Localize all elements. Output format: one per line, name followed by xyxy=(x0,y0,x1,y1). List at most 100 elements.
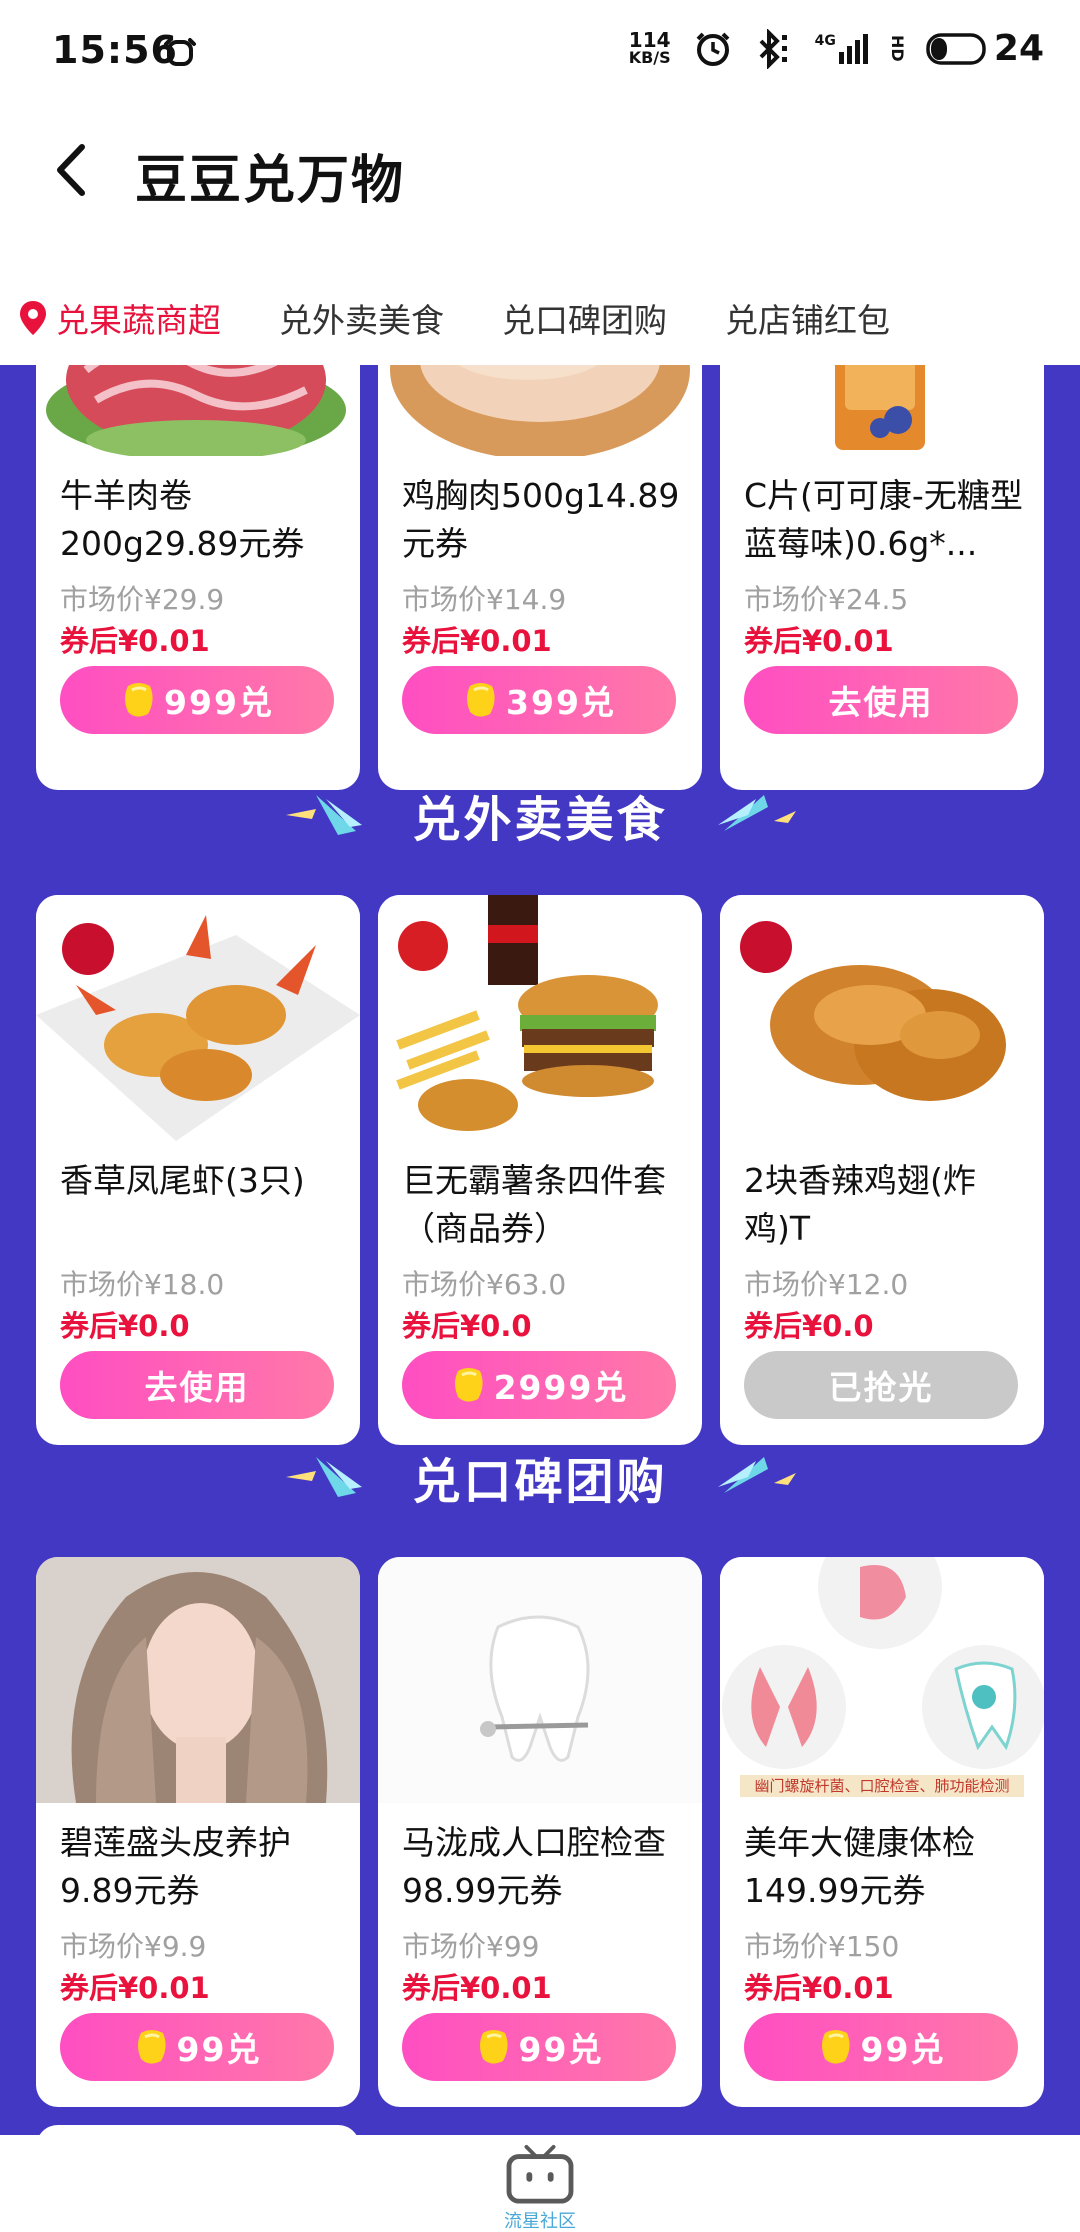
price-after-coupon: 券后¥0.01 xyxy=(402,624,552,658)
price-after-coupon: 券后¥0.01 xyxy=(402,1971,552,2005)
tab-label: 兑外卖美食 xyxy=(279,300,444,340)
market-price: 市场价¥150 xyxy=(744,1930,900,1963)
product-image-meat-rolls xyxy=(36,365,360,456)
price-after-coupon: 券后¥0.01 xyxy=(744,624,894,658)
market-price: 市场价¥99 xyxy=(402,1930,540,1963)
sparkle-left-icon xyxy=(286,1457,363,1497)
page-title: 豆豆兑万物 xyxy=(135,151,406,211)
status-bar: 15:56 114 KB/S 4G HD 24 xyxy=(0,0,1080,110)
tab-produce[interactable]: 兑果蔬商超 xyxy=(18,294,221,342)
price-after-coupon: 券后¥0.01 xyxy=(60,624,210,658)
app-header: 豆豆兑万物 xyxy=(0,110,1080,230)
product-name: 鸡胸肉500g14.89元券 xyxy=(402,476,680,563)
product-name: 巨无霸薯条四件套（商品券） xyxy=(402,1161,666,1248)
bean-coin-icon xyxy=(125,683,153,717)
back-button[interactable] xyxy=(40,138,104,202)
product-row-food: 香草凤尾虾(3只) 市场价¥18.0 券后¥0.0 去使用 巨无霸薯条四件套（商… xyxy=(36,895,1044,1445)
location-pin-icon xyxy=(20,300,46,335)
price-after-coupon: 券后¥0.0 xyxy=(60,1309,190,1343)
price-after-coupon: 券后¥0.01 xyxy=(60,1971,210,2005)
alarm-icon xyxy=(696,32,730,66)
product-name: 2块香辣鸡翅(炸鸡)T xyxy=(744,1161,976,1248)
product-image-chicken-wings xyxy=(720,895,1044,1141)
tab-store-coupons[interactable]: 兑店铺红包 xyxy=(725,294,890,342)
market-price: 市场价¥12.0 xyxy=(744,1268,909,1301)
market-price: 市场价¥29.9 xyxy=(60,583,225,616)
section-title-groupbuy: 兑口碑团购 xyxy=(0,1437,1080,1517)
product-card[interactable]: 碧莲盛头皮养护9.89元券 市场价¥9.9 券后¥0.01 99兑 xyxy=(36,1557,360,2107)
product-image-health-checkup: 幽门螺旋杆菌、口腔检查、肺功能检测 xyxy=(720,1557,1044,1803)
chevron-left-icon xyxy=(57,144,85,196)
nav-label: 流星社区 xyxy=(504,2211,576,2232)
market-price: 市场价¥18.0 xyxy=(60,1268,225,1301)
bean-coin-icon xyxy=(454,1368,483,1402)
hd-label: HD xyxy=(887,35,907,62)
bottom-nav: 流星社区 xyxy=(0,2135,1080,2232)
bean-coin-icon xyxy=(467,683,495,717)
tab-label: 兑果蔬商超 xyxy=(56,300,221,340)
price-after-coupon: 券后¥0.0 xyxy=(402,1309,532,1343)
redeem-button[interactable]: 999兑 xyxy=(60,666,334,734)
product-name: 马泷成人口腔检查98.99元券 xyxy=(402,1823,666,1910)
sparkle-left-icon xyxy=(286,795,363,835)
tab-label: 兑店铺红包 xyxy=(725,300,890,340)
bean-coin-icon xyxy=(137,2030,166,2064)
product-image-tooth xyxy=(378,1557,702,1803)
market-price: 市场价¥63.0 xyxy=(402,1268,567,1301)
product-image-vitamin-c xyxy=(720,365,1044,456)
status-time: 15:56 xyxy=(52,28,178,72)
market-price: 市场价¥24.5 xyxy=(744,583,909,616)
product-card[interactable]: 鸡胸肉500g14.89元券 市场价¥14.9 券后¥0.01 399兑 xyxy=(378,365,702,790)
redeem-button[interactable]: 99兑 xyxy=(744,2013,1018,2081)
product-card[interactable]: 2块香辣鸡翅(炸鸡)T 市场价¥12.0 券后¥0.0 已抢光 xyxy=(720,895,1044,1445)
product-card[interactable]: 马泷成人口腔检查98.99元券 市场价¥99 券后¥0.01 99兑 xyxy=(378,1557,702,2107)
battery-indicator: 24 xyxy=(926,28,1044,69)
product-card[interactable]: 香草凤尾虾(3只) 市场价¥18.0 券后¥0.0 去使用 xyxy=(36,895,360,1445)
product-row-groupbuy: 碧莲盛头皮养护9.89元券 市场价¥9.9 券后¥0.01 99兑 马泷成人口腔… xyxy=(36,1557,1044,2107)
alarm-clock-icon xyxy=(164,38,196,66)
bluetooth-icon xyxy=(759,28,787,69)
use-button[interactable]: 去使用 xyxy=(744,666,1018,734)
sold-out-button[interactable]: 已抢光 xyxy=(744,1351,1018,1419)
community-nav-button[interactable]: 流星社区 xyxy=(490,2143,590,2232)
product-list[interactable]: 牛羊肉卷200g29.89元券 市场价¥29.9 券后¥0.01 999兑 鸡胸… xyxy=(0,365,1080,2135)
product-row-produce: 牛羊肉卷200g29.89元券 市场价¥29.9 券后¥0.01 999兑 鸡胸… xyxy=(36,365,1044,790)
sparkle-right-icon xyxy=(717,1457,796,1493)
network-speed: 114 KB/S xyxy=(628,27,671,67)
tv-mascot-icon xyxy=(506,2144,574,2204)
product-card[interactable]: C片(可可康-无糖型蓝莓味)0.6g*... 市场价¥24.5 券后¥0.01 … xyxy=(720,365,1044,790)
product-card[interactable]: 巨无霸薯条四件套（商品券） 市场价¥63.0 券后¥0.0 2999兑 xyxy=(378,895,702,1445)
checkup-banner: 幽门螺旋杆菌、口腔检查、肺功能检测 xyxy=(740,1775,1024,1797)
product-card[interactable]: 幽门螺旋杆菌、口腔检查、肺功能检测 美年大健康体检149.99元券 市场价¥15… xyxy=(720,1557,1044,2107)
product-name: 牛羊肉卷200g29.89元券 xyxy=(60,476,305,563)
use-button[interactable]: 去使用 xyxy=(60,1351,334,1419)
product-image-big-mac-set xyxy=(378,895,702,1141)
tab-food-delivery[interactable]: 兑外卖美食 xyxy=(279,294,444,342)
product-image-shrimp xyxy=(36,895,360,1141)
battery-icon xyxy=(926,32,986,65)
market-price: 市场价¥14.9 xyxy=(402,583,567,616)
product-name: C片(可可康-无糖型蓝莓味)0.6g*... xyxy=(744,476,1023,563)
category-tabs: 兑果蔬商超 兑外卖美食 兑口碑团购 兑店铺红包 xyxy=(0,270,1080,365)
cell-signal-icon: 4G xyxy=(815,33,868,64)
bean-coin-icon xyxy=(479,2030,508,2064)
tab-group-buy[interactable]: 兑口碑团购 xyxy=(502,294,667,342)
redeem-button[interactable]: 99兑 xyxy=(60,2013,334,2081)
brand-logo-kfc xyxy=(740,921,792,973)
bean-coin-icon xyxy=(821,2030,850,2064)
sparkle-right-icon xyxy=(717,795,796,831)
product-name: 碧莲盛头皮养护9.89元券 xyxy=(60,1823,291,1910)
tab-label: 兑口碑团购 xyxy=(502,300,667,340)
redeem-button[interactable]: 2999兑 xyxy=(402,1351,676,1419)
product-name: 美年大健康体检149.99元券 xyxy=(744,1823,975,1910)
redeem-button[interactable]: 399兑 xyxy=(402,666,676,734)
product-card-next[interactable] xyxy=(36,2125,360,2135)
price-after-coupon: 券后¥0.0 xyxy=(744,1309,874,1343)
product-card[interactable]: 牛羊肉卷200g29.89元券 市场价¥29.9 券后¥0.01 999兑 xyxy=(36,365,360,790)
section-title-food: 兑外卖美食 xyxy=(0,775,1080,855)
product-image-chicken-breast xyxy=(378,365,702,456)
product-name: 香草凤尾虾(3只) xyxy=(60,1161,305,1200)
price-after-coupon: 券后¥0.01 xyxy=(744,1971,894,2005)
redeem-button[interactable]: 99兑 xyxy=(402,2013,676,2081)
product-image-scalp-care xyxy=(36,1557,360,1803)
